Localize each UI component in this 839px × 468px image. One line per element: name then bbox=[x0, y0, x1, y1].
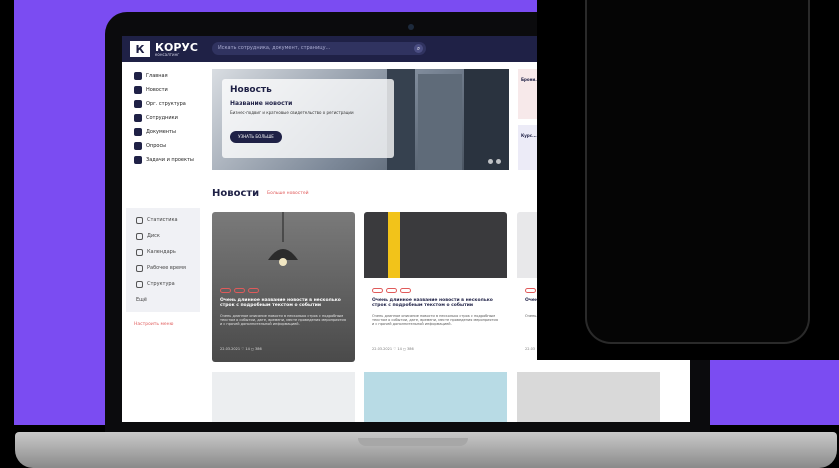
users-icon bbox=[134, 114, 142, 122]
sidebar-item-label: Ещё bbox=[136, 297, 147, 303]
card-meta: 22.03.2021 ♡ 14 ◻ 386 bbox=[220, 347, 262, 351]
sidebar-item-calendar[interactable]: Календарь bbox=[136, 246, 200, 258]
document-icon bbox=[134, 128, 142, 136]
card-date: 22.03 bbox=[525, 347, 536, 351]
tag[interactable] bbox=[400, 288, 411, 293]
search-icon[interactable]: ⌕ bbox=[414, 44, 423, 53]
card-comments: 386 bbox=[255, 347, 262, 351]
settings-link[interactable]: Настроить меню bbox=[134, 322, 173, 327]
yellow-stripe bbox=[388, 212, 400, 278]
search-placeholder: Искать сотрудника, документ, страницу... bbox=[218, 45, 331, 51]
sidebar-item-stats[interactable]: Статистика bbox=[136, 214, 200, 226]
tag[interactable] bbox=[234, 288, 245, 293]
news-icon bbox=[134, 86, 142, 94]
card-tags bbox=[220, 288, 259, 293]
brand: КОРУС консалтинг bbox=[155, 42, 198, 57]
sidebar-item-org[interactable]: Орг. структура bbox=[134, 98, 204, 110]
side-widget-title: Курс... bbox=[521, 133, 537, 138]
tag[interactable] bbox=[220, 288, 231, 293]
sidebar-item-worktime[interactable]: Рабочее время bbox=[136, 262, 200, 274]
more-news-link[interactable]: Больше новостей bbox=[267, 191, 309, 196]
tasks-icon bbox=[134, 156, 142, 164]
tag[interactable] bbox=[372, 288, 383, 293]
card-text: Очень длинное описание новости в несколь… bbox=[372, 314, 498, 326]
tag[interactable] bbox=[248, 288, 259, 293]
carousel-dots bbox=[488, 159, 501, 164]
home-icon bbox=[134, 72, 142, 80]
poll-icon bbox=[134, 142, 142, 150]
structure-icon bbox=[136, 280, 143, 288]
card-date: 22.03.2021 bbox=[372, 347, 393, 351]
hero-card: Новость Название новости Бизнес-подвиг и… bbox=[222, 79, 394, 158]
carousel-dot[interactable] bbox=[488, 159, 493, 164]
brand-name: КОРУС bbox=[155, 40, 198, 54]
notebook-image bbox=[212, 372, 355, 422]
card-tags bbox=[372, 288, 411, 293]
laptop-notch bbox=[358, 438, 468, 446]
sidebar-item-label: Диск bbox=[147, 233, 160, 239]
learn-more-button[interactable]: УЗНАТЬ БОЛЬШЕ bbox=[230, 131, 282, 143]
carousel-dot[interactable] bbox=[496, 159, 501, 164]
card-tags bbox=[525, 288, 536, 293]
card-title: Очень длинное название новости в несколь… bbox=[220, 298, 341, 308]
interior-image bbox=[517, 372, 660, 422]
sidebar-item-docs[interactable]: Документы bbox=[134, 126, 204, 138]
sidebar-item-news[interactable]: Новости bbox=[134, 84, 204, 96]
clock-icon bbox=[136, 264, 143, 272]
stripes-image bbox=[364, 212, 507, 278]
sidebar-item-label: Сотрудники bbox=[146, 115, 178, 121]
sidebar-item-staff[interactable]: Сотрудники bbox=[134, 112, 204, 124]
news-card[interactable]: Очень длинное название новости в несколь… bbox=[364, 212, 507, 362]
sidebar-item-label: Рабочее время bbox=[147, 265, 186, 271]
sidebar-item-label: Новости bbox=[146, 87, 168, 93]
sidebar-item-label: Структура bbox=[147, 281, 175, 287]
sidebar-item-more[interactable]: Ещё bbox=[136, 294, 200, 306]
chart-icon bbox=[136, 216, 143, 224]
sidebar-item-label: Орг. структура bbox=[146, 101, 186, 107]
sidebar-item-label: Документы bbox=[146, 129, 176, 135]
phone-frame bbox=[585, 0, 810, 344]
sidebar-item-tasks[interactable]: Задачи и проекты bbox=[134, 154, 204, 166]
news-card[interactable]: Очень длинное название новости в несколь… bbox=[212, 212, 355, 362]
search-input[interactable]: Искать сотрудника, документ, страницу...… bbox=[212, 42, 426, 55]
sidebar-item-disk[interactable]: Диск bbox=[136, 230, 200, 242]
camera-icon bbox=[408, 24, 414, 30]
card-meta: 22.03 bbox=[525, 347, 535, 351]
lamp-icon bbox=[268, 212, 298, 266]
plant-image bbox=[364, 372, 507, 422]
disk-icon bbox=[136, 232, 143, 240]
sidebar-item-label: Главная bbox=[146, 73, 168, 79]
building-image bbox=[418, 74, 462, 170]
hero-description: Бизнес-подвиг и кратковые свидетельство … bbox=[230, 110, 354, 115]
lamp-image bbox=[212, 212, 355, 278]
building-image bbox=[464, 69, 509, 170]
logo-icon[interactable]: К bbox=[130, 41, 150, 57]
sidebar-item-label: Опросы bbox=[146, 143, 167, 149]
sidebar-item-label: Статистика bbox=[147, 217, 178, 223]
news-heading: Новости bbox=[212, 188, 260, 199]
hero-subtitle: Название новости bbox=[230, 100, 293, 107]
sidebar-item-label: Календарь bbox=[147, 249, 176, 255]
tag[interactable] bbox=[386, 288, 397, 293]
sidebar-item-polls[interactable]: Опросы bbox=[134, 140, 204, 152]
device-mockup-scene: К КОРУС консалтинг Искать сотрудника, до… bbox=[0, 0, 839, 468]
org-icon bbox=[134, 100, 142, 108]
sidebar-item-home[interactable]: Главная bbox=[134, 70, 204, 82]
calendar-icon bbox=[136, 248, 143, 256]
card-title: Очень длинное название новости в несколь… bbox=[372, 298, 493, 308]
card-comments: 386 bbox=[407, 347, 414, 351]
card-text: Очень длинное описание новости в несколь… bbox=[220, 314, 346, 326]
hero-banner: Новость Название новости Бизнес-подвиг и… bbox=[212, 69, 509, 170]
hero-title: Новость bbox=[230, 85, 272, 95]
sidebar-tools-panel: Статистика Диск Календарь Рабочее время … bbox=[126, 208, 200, 312]
card-date: 22.03.2021 bbox=[220, 347, 241, 351]
card-likes: 14 bbox=[397, 347, 402, 351]
logo-letter: К bbox=[135, 42, 145, 56]
card-meta: 22.03.2021 ♡ 14 ◻ 386 bbox=[372, 347, 414, 351]
sidebar-item-label: Задачи и проекты bbox=[146, 157, 194, 163]
tag[interactable] bbox=[525, 288, 536, 293]
card-likes: 14 bbox=[245, 347, 250, 351]
sidebar-item-structure[interactable]: Структура bbox=[136, 278, 200, 290]
